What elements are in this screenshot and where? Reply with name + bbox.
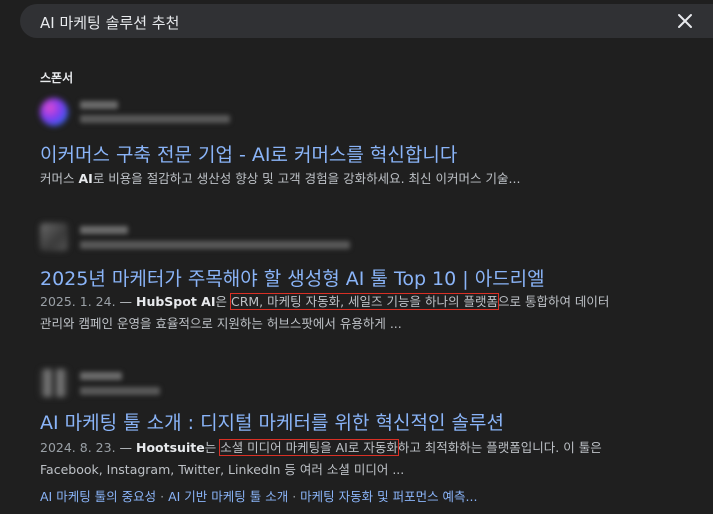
snippet-text: 는	[204, 440, 221, 455]
snippet-text: 로 비용을 절감하고 생산성 향상 및 고객 경험을 강화하세요. 최신 이커머…	[92, 171, 521, 186]
snippet-bold: HubSpot AI	[136, 294, 216, 309]
clear-search-button[interactable]	[674, 10, 696, 32]
site-url-blurred	[80, 387, 160, 395]
site-name-blurred	[80, 101, 118, 109]
search-result: 이커머스 구축 전문 기업 - AI로 커머스를 혁신합니다 커머스 AI로 비…	[40, 98, 712, 193]
site-favicon[interactable]	[40, 369, 68, 397]
snippet-bold: Hootsuite	[136, 440, 205, 455]
result-title-link[interactable]: 2025년 마케터가 주목해야 할 생성형 AI 툴 Top 10 | 아드리엘	[40, 264, 545, 291]
sitelink[interactable]: AI 마케팅 툴의 중요성	[40, 489, 156, 504]
site-name-blurred	[80, 226, 128, 234]
result-snippet: 2025. 1. 24. — HubSpot AI은 CRM, 마케팅 자동화,…	[40, 291, 710, 335]
site-favicon[interactable]	[40, 223, 68, 251]
result-title-link[interactable]: AI 마케팅 툴 소개 : 디지털 마케터를 위한 혁신적인 솔루션	[40, 408, 504, 435]
close-icon	[678, 14, 692, 28]
sitelink[interactable]: 마케팅 자동화 및 퍼포먼스 예측...	[300, 489, 477, 504]
sitelink-separator: ·	[288, 489, 301, 504]
site-url-blurred	[80, 241, 350, 249]
search-input[interactable]: AI 마케팅 솔루션 추천	[40, 12, 179, 33]
highlighted-phrase: 소셜 미디어 마케팅을 AI로 자동화	[219, 439, 399, 456]
result-snippet: 2024. 8. 23. — Hootsuite는 소셜 미디어 마케팅을 AI…	[40, 437, 710, 481]
snippet-text: 으로 통합하여 데이터	[497, 294, 610, 309]
snippet-text: 관리와 캠페인 운영을 효율적으로 지원하는 허브스팟에서 유용하게 ...	[40, 316, 402, 331]
result-snippet: 커머스 AI로 비용을 절감하고 생산성 향상 및 고객 경험을 강화하세요. …	[40, 168, 710, 190]
result-date: 2025. 1. 24.	[40, 294, 116, 309]
sitelink[interactable]: AI 기반 마케팅 툴 소개	[168, 489, 288, 504]
result-date: 2024. 8. 23.	[40, 440, 116, 455]
search-result: AI 마케팅 툴 소개 : 디지털 마케터를 위한 혁신적인 솔루션 2024.…	[40, 369, 712, 514]
site-favicon[interactable]	[40, 98, 68, 126]
highlighted-phrase: CRM, 마케팅 자동화, 세일즈 기능을 하나의 플랫폼	[229, 293, 499, 310]
site-url-blurred	[80, 115, 230, 123]
date-dash: —	[115, 294, 136, 309]
snippet-text: 하고 최적화하는 플랫폼입니다. 이 툴은	[397, 440, 602, 455]
snippet-text: 커머스	[40, 171, 79, 186]
result-title-link[interactable]: 이커머스 구축 전문 기업 - AI로 커머스를 혁신합니다	[40, 140, 457, 167]
snippet-text: Facebook, Instagram, Twitter, LinkedIn 등…	[40, 462, 405, 477]
snippet-text: 은	[215, 294, 231, 309]
search-bar[interactable]: AI 마케팅 솔루션 추천	[20, 4, 713, 38]
sitelinks: AI 마케팅 툴의 중요성 · AI 기반 마케팅 툴 소개 · 마케팅 자동화…	[40, 486, 477, 505]
sponsored-label: 스폰서	[40, 71, 74, 85]
snippet-bold: AI	[78, 171, 93, 186]
search-results-page: AI 마케팅 솔루션 추천 스폰서 이커머스 구축 전문 기업 - AI로 커머…	[0, 0, 713, 514]
search-result: 2025년 마케터가 주목해야 할 생성형 AI 툴 Top 10 | 아드리엘…	[40, 223, 712, 343]
date-dash: —	[115, 440, 136, 455]
site-name-blurred	[80, 372, 122, 380]
sitelink-separator: ·	[156, 489, 169, 504]
